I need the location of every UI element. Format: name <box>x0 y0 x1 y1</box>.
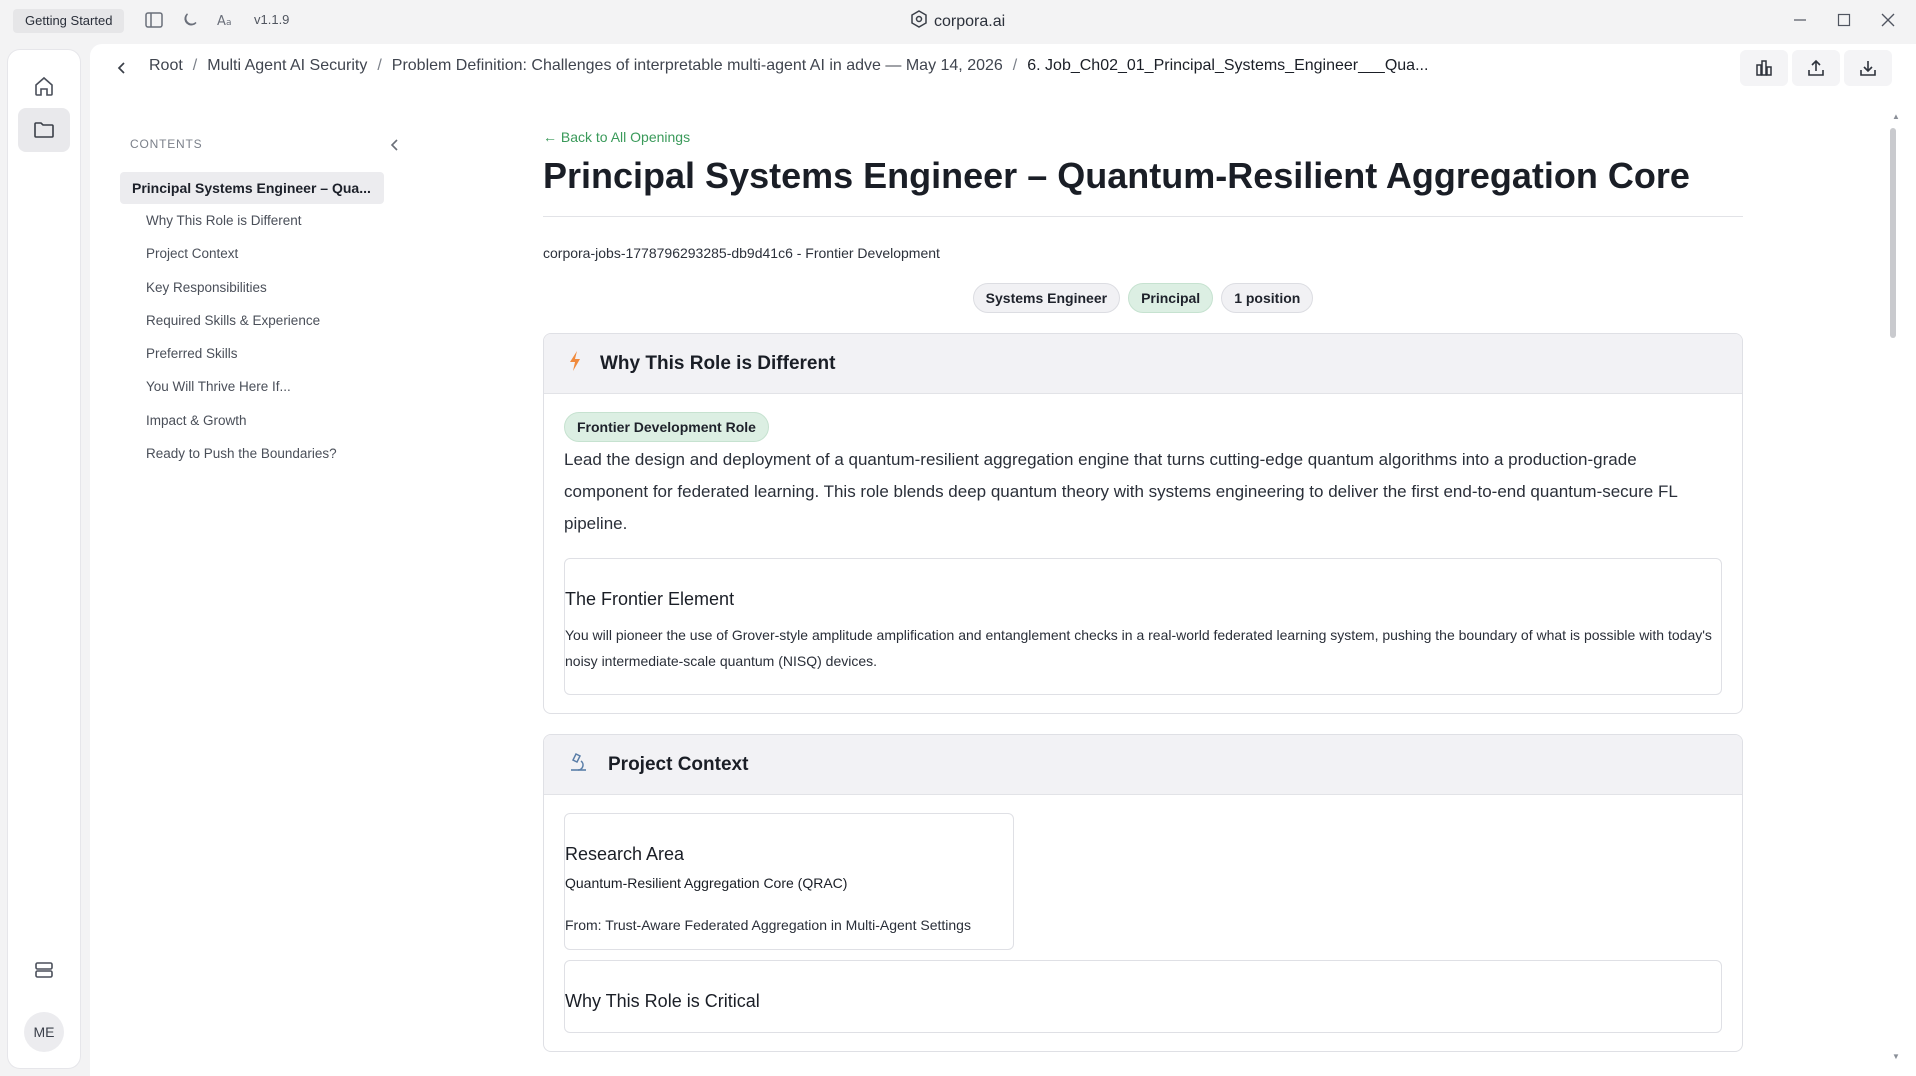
research-area-name: Quantum-Resilient Aggregation Core (QRAC… <box>565 875 848 891</box>
scrollbar-thumb[interactable] <box>1890 128 1896 338</box>
main-panel: Root / Multi Agent AI Security / Problem… <box>90 44 1916 1076</box>
toc-item[interactable]: Project Context <box>120 237 390 270</box>
svg-text:a: a <box>226 18 232 28</box>
frontier-role-tag: Frontier Development Role <box>564 412 769 442</box>
title-bar: Getting Started Aa v1.1.9 corpora.ai <box>0 0 1916 40</box>
app-title-text: corpora.ai <box>934 12 1006 30</box>
job-pills: Systems Engineer Principal 1 position <box>543 283 1743 313</box>
section-heading: Project Context <box>608 753 749 775</box>
toc-heading: CONTENTS <box>120 124 398 164</box>
role-summary: Lead the design and deployment of a quan… <box>564 450 1678 533</box>
sidebar-toggle-icon[interactable] <box>144 10 164 30</box>
toc-item-title[interactable]: Principal Systems Engineer – Qua... <box>120 172 384 204</box>
breadcrumb-current: 6. Job_Ch02_01_Principal_Systems_Enginee… <box>1027 57 1429 74</box>
table-of-contents: CONTENTS Principal Systems Engineer – Qu… <box>120 124 398 470</box>
bar-chart-icon <box>1756 60 1772 76</box>
research-area-source: From: Trust-Aware Federated Aggregation … <box>565 917 971 933</box>
avatar[interactable]: ME <box>24 1012 64 1052</box>
research-area-title: Research Area <box>565 844 685 864</box>
chevron-left-icon[interactable] <box>386 136 404 154</box>
breadcrumb-separator: / <box>377 57 382 74</box>
font-size-icon[interactable]: Aa <box>216 10 236 30</box>
folder-icon[interactable] <box>18 108 70 152</box>
critical-box: Why This Role is Critical <box>564 960 1722 1033</box>
toc-heading-label: CONTENTS <box>130 137 203 151</box>
job-content: ← Back to All Openings Principal Systems… <box>543 124 1743 1052</box>
frontier-element-box: The Frontier Element You will pioneer th… <box>564 558 1722 695</box>
breadcrumb-separator: / <box>1012 57 1018 74</box>
lightning-icon <box>568 350 582 377</box>
storage-icon[interactable] <box>18 948 70 992</box>
positions-badge: 1 position <box>1221 283 1314 313</box>
corpora-logo-icon <box>910 10 928 33</box>
app-title: corpora.ai <box>910 10 1005 33</box>
section-heading: Why This Role is Different <box>600 352 836 374</box>
breadcrumb-project[interactable]: Multi Agent AI Security <box>207 57 367 75</box>
chevron-left-icon[interactable] <box>112 58 132 78</box>
svg-text:A: A <box>217 14 226 28</box>
microscope-icon <box>568 751 590 778</box>
toc-item[interactable]: Why This Role is Different <box>120 204 390 237</box>
download-button[interactable] <box>1844 50 1892 86</box>
page-title: Principal Systems Engineer – Quantum-Res… <box>543 154 1743 217</box>
toc-item[interactable]: Impact & Growth <box>120 404 390 437</box>
moon-icon[interactable] <box>180 10 200 30</box>
left-rail: ME <box>8 50 80 1068</box>
close-icon[interactable] <box>1876 8 1900 32</box>
role-type-badge: Systems Engineer <box>972 283 1121 313</box>
breadcrumb: Root / Multi Agent AI Security / Problem… <box>90 44 1916 92</box>
frontier-element-text: You will pioneer the use of Grover-style… <box>565 627 1712 669</box>
toc-item[interactable]: Preferred Skills <box>120 337 390 370</box>
stats-button[interactable] <box>1740 50 1788 86</box>
home-icon[interactable] <box>18 64 70 108</box>
download-icon <box>1860 61 1876 76</box>
research-area-box: Research Area Quantum-Resilient Aggregat… <box>564 813 1014 950</box>
toc-item[interactable]: You Will Thrive Here If... <box>120 370 390 403</box>
critical-title: Why This Role is Critical <box>565 991 760 1011</box>
scroll-up-icon[interactable]: ▲ <box>1892 112 1902 122</box>
breadcrumb-document[interactable]: Problem Definition: Challenges of interp… <box>392 57 1003 75</box>
frontier-element-title: The Frontier Element <box>565 589 735 609</box>
project-context-card: Project Context Research Area Quantum-Re… <box>543 734 1743 1052</box>
scroll-down-icon[interactable]: ▼ <box>1892 1052 1902 1062</box>
level-badge: Principal <box>1128 283 1214 313</box>
maximize-icon[interactable] <box>1832 8 1856 32</box>
breadcrumb-root[interactable]: Root <box>149 57 183 75</box>
toc-item[interactable]: Key Responsibilities <box>120 271 390 304</box>
toc-item[interactable]: Required Skills & Experience <box>120 304 390 337</box>
job-meta: corpora-jobs-1778796293285-db9d41c6 - Fr… <box>543 245 940 261</box>
back-to-openings-link[interactable]: ← Back to All Openings <box>543 124 1743 154</box>
breadcrumb-separator: / <box>192 57 198 74</box>
upload-icon <box>1808 59 1824 76</box>
getting-started-button[interactable]: Getting Started <box>13 9 125 33</box>
toc-item[interactable]: Ready to Push the Boundaries? <box>120 437 390 470</box>
share-button[interactable] <box>1792 50 1840 86</box>
why-role-card: Why This Role is Different Frontier Deve… <box>543 333 1743 714</box>
minimize-icon[interactable] <box>1788 8 1812 32</box>
app-version: v1.1.9 <box>254 12 290 27</box>
